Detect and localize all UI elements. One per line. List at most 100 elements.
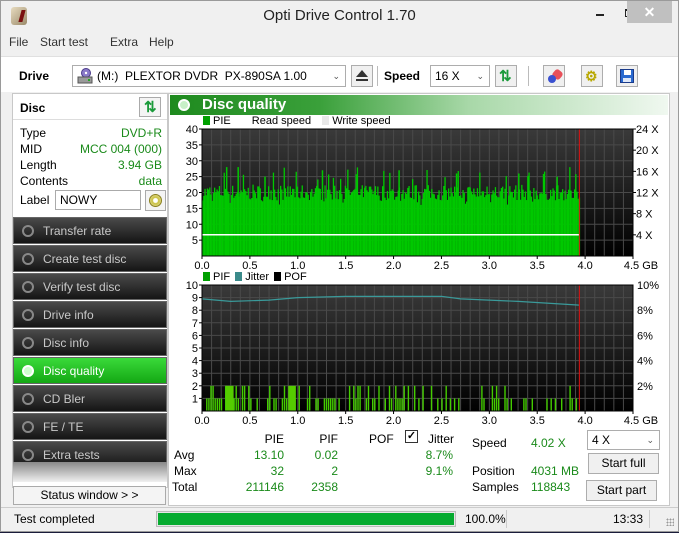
info-value: data [138,174,162,188]
title-bar: Opti Drive Control 1.70 ✕ [1,1,678,31]
status-window-button[interactable]: Status window > > [13,486,166,505]
sidebar-item-fe-te[interactable]: FE / TE [13,413,167,440]
test-speed-select[interactable]: 4 X ⌄ [587,430,660,450]
eject-icon-bar [356,79,368,81]
start-full-button[interactable]: Start full [588,453,659,474]
status-text: Test completed [14,512,95,526]
save-icon [620,69,634,83]
refresh-speed-button[interactable]: ⇅ [495,65,517,87]
disc-label-input[interactable]: NOWY [55,190,141,210]
total-pie: 211146 [245,480,284,494]
status-divider [649,510,650,528]
minimize-button[interactable] [586,1,614,23]
sidebar-spacer [13,462,167,482]
sidebar-item-cd-bler[interactable]: CD Bler [13,385,167,412]
legend-label: Write speed [332,115,391,127]
info-value: DVD+R [120,126,162,140]
sidebar-item-transfer-rate[interactable]: Transfer rate [13,217,167,244]
col-header-pie: PIE [264,432,284,446]
disc-icon [22,449,34,461]
disc-quality-icon [178,99,190,111]
start-part-button[interactable]: Start part [586,480,657,501]
menu-start-test[interactable]: Start test [40,35,88,49]
save-button[interactable] [616,65,638,87]
chevron-down-icon: ⌄ [646,435,654,445]
legend-label: PIE [213,115,231,127]
jitter-checkbox[interactable]: ✓ [405,430,418,443]
toolbar: Drive (M:) PLEXTOR DVDR PX-890SA 1.00 ⌄ … [1,56,678,92]
disc-header-label: Disc [20,101,46,115]
disc-icon [22,365,34,377]
close-button[interactable]: ✕ [627,1,672,23]
speed-value: 16 X [435,69,460,83]
legend-swatch-pif [203,272,210,281]
panel-header: Disc quality [170,95,668,115]
disc-icon [22,253,34,265]
app-window: Opti Drive Control 1.70 ✕ File Start tes… [0,0,679,532]
refresh-icon: ⇅ [144,99,157,116]
menu-help[interactable]: Help [149,35,174,49]
menu-extra[interactable]: Extra [110,35,138,49]
sidebar-item-verify-test-disc[interactable]: Verify test disc [13,273,167,300]
col-header-pof: POF [369,432,394,446]
legend-swatch-pof [274,272,282,281]
menu-file[interactable]: File [9,35,28,49]
legend-label: Jitter [245,271,270,283]
disc-refresh-button[interactable]: ⇅ [139,97,161,117]
legend-swatch-pie [203,116,210,125]
drive-icon [77,68,93,84]
close-icon: ✕ [643,4,656,20]
sidebar-item-disc-info[interactable]: Disc info [13,329,167,356]
info-key: Length [20,158,57,172]
sidebar-item-create-test-disc[interactable]: Create test disc [13,245,167,272]
run-speed-value: 4.02 X [531,436,566,450]
disc-info-contents: Contents data [20,174,162,190]
progress-fill [158,513,454,525]
sidebar-item-label: FE / TE [43,420,84,434]
status-divider [506,510,507,528]
legend-label: POF [284,271,307,283]
legend-swatch-read-speed [241,116,249,125]
speed-select[interactable]: 16 X ⌄ [430,65,490,87]
speed-label: Speed [384,69,421,83]
position-value: 4031 MB [531,464,580,478]
disc-header: Disc ⇅ [13,94,167,120]
avg-pie: 13.10 [253,448,284,462]
left-panel: Disc ⇅ Type DVD+R MID MCC 004 (000) Leng… [12,93,168,488]
settings-button[interactable]: ⚙ [581,65,603,87]
info-key: MID [20,142,42,156]
info-value: 3.94 GB [117,158,162,172]
drive-value: (M:) PLEXTOR DVDR PX-890SA 1.00 [97,69,307,83]
disc-icon [22,421,34,433]
sidebar-item-disc-quality[interactable]: Disc quality [13,357,167,384]
samples-label: Samples [472,480,519,494]
label-key: Label [20,193,50,207]
erase-button[interactable] [543,65,565,87]
disc-info-length: Length 3.94 GB [20,158,162,174]
sidebar-item-label: Disc quality [43,364,105,378]
elapsed-time: 13:33 [613,512,644,526]
drive-select[interactable]: (M:) PLEXTOR DVDR PX-890SA 1.00 ⌄ [72,65,346,87]
disc-icon [22,393,34,405]
col-header-pif: PIF [319,432,338,446]
sidebar-item-drive-info[interactable]: Drive info [13,301,167,328]
disc-label-button[interactable] [145,190,166,211]
position-label: Position [472,464,515,478]
drive-label: Drive [19,69,50,83]
samples-value: 118843 [531,480,571,494]
eject-button[interactable] [351,65,373,87]
disc-icon [22,281,34,293]
chevron-down-icon: ⌄ [332,71,340,81]
minimize-icon [596,13,604,16]
info-key: Type [20,126,47,140]
sidebar-item-label: CD Bler [43,392,86,406]
settings-icon: ⚙ [585,68,598,84]
pif-legend: PIF Jitter POF [203,271,315,283]
test-speed-value: 4 X [592,433,611,447]
cd-icon [149,194,162,207]
resize-grip[interactable] [666,518,674,526]
sidebar-item-label: Extra tests [43,448,100,462]
avg-jitter: 8.7% [425,448,453,462]
toolbar-divider [377,66,378,86]
disc-icon [22,309,34,321]
